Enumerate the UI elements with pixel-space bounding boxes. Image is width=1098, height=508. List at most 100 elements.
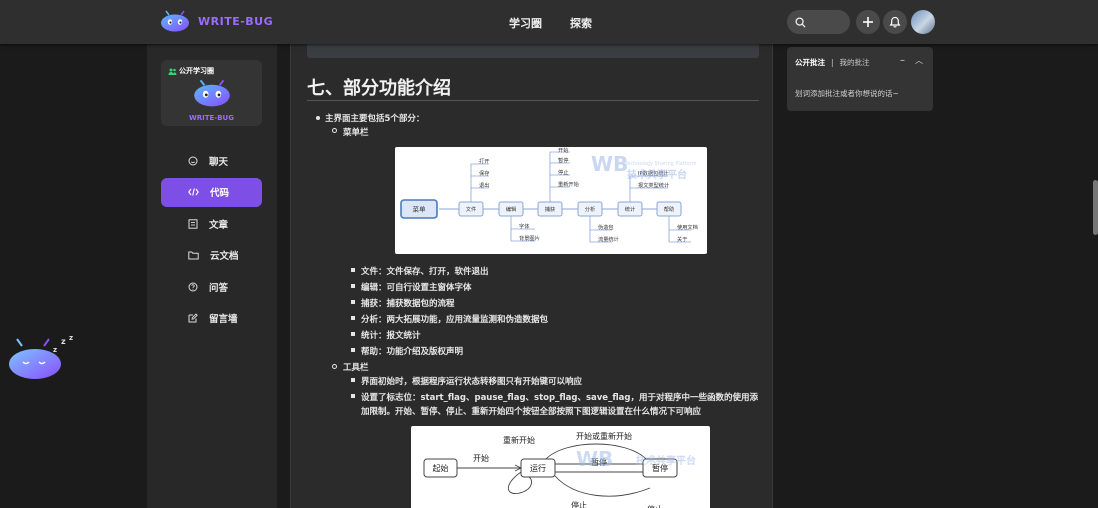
menubar-item-stats: 统计：报文统计: [361, 331, 421, 341]
node-stats: 统计: [625, 205, 635, 213]
sidebar-item-message-wall[interactable]: 留言墙: [161, 304, 262, 333]
node-forge-packet: 伪造包: [598, 223, 614, 231]
page-scrollbar[interactable]: [1093, 180, 1098, 235]
article-icon: [188, 218, 198, 229]
plus-icon: [863, 17, 873, 27]
node-stop: 停止: [558, 168, 568, 176]
sidebar-item-code[interactable]: 代码: [161, 177, 262, 207]
toolbar-item-flags: 设置了标志位：start_flag、pause_flag、stop_flag、s…: [361, 393, 758, 403]
node-user-doc: 使用文档: [677, 223, 698, 231]
bullet: [351, 332, 355, 336]
main-nav: 学习圈 探索: [509, 15, 592, 31]
node-analyze: 分析: [585, 205, 595, 213]
bullet: [351, 378, 355, 382]
user-avatar[interactable]: [911, 10, 935, 34]
bell-icon: [889, 16, 901, 28]
tab-my-annotations[interactable]: 我的批注: [840, 57, 870, 68]
article-content: 七、部分功能介绍 主界面主要包括5个部分： 菜单栏 菜单 文件 编辑 捕获 分析…: [290, 44, 773, 508]
intro-text: 主界面主要包括5个部分：: [325, 114, 425, 124]
svg-text:z: z: [69, 334, 73, 342]
sleeping-bug-icon: z z z: [9, 334, 73, 379]
node-traffic-stats: 流量统计: [598, 235, 619, 243]
node-capture: 捕获: [545, 205, 555, 213]
tab-separator: |: [831, 58, 834, 67]
node-start: 开始: [558, 147, 569, 154]
nav-study-circle[interactable]: 学习圈: [509, 15, 542, 31]
watermark: WB Technology Sharing Platform 技术共享平台: [591, 152, 697, 181]
watermark: WB 技术共享平台: [576, 447, 696, 471]
bug-mascot-icon: [194, 79, 230, 107]
circle-name: WRITE-BUG: [189, 114, 234, 122]
watermark-title: 技术共享平台: [627, 168, 687, 181]
menubar-diagram-image: 菜单 文件 编辑 捕获 分析 统计 帮助 打开 保存 退出 字体 背景图片 开始…: [395, 147, 707, 254]
bullet: [332, 128, 337, 133]
svg-text:z: z: [61, 337, 66, 346]
floating-mascot[interactable]: z z z: [6, 334, 78, 386]
bullet: [351, 284, 355, 288]
node-type-stats: 报文类型统计: [638, 181, 669, 189]
node-font: 字体: [519, 222, 530, 230]
code-icon: [188, 188, 199, 196]
toolbar-item-init: 界面初始时，根据程序运行状态转移图只有开始键可以响应: [361, 377, 583, 387]
sidebar-item-chat[interactable]: 聊天: [161, 146, 262, 175]
bullet: [316, 116, 320, 120]
label-start-or-restart: 开始或重新开始: [576, 431, 632, 441]
state-running: 运行: [530, 463, 546, 473]
menubar-item-help: 帮助：功能介绍及版权声明: [361, 347, 464, 357]
label-start: 开始: [473, 453, 489, 463]
add-button[interactable]: [856, 10, 880, 34]
annotation-placeholder: 划词添加批注或者你想说的话~: [795, 89, 899, 98]
top-navigation-bar: WRITE-BUG 学习圈 探索: [0, 0, 1098, 44]
sidebar-item-cloud-docs[interactable]: 云文档: [161, 241, 262, 270]
bullet: [351, 316, 355, 320]
site-logo[interactable]: WRITE-BUG: [160, 10, 273, 32]
menubar-item-edit: 编辑：可自行设置主窗体字体: [361, 283, 472, 293]
bug-mascot-icon: [161, 10, 189, 32]
bullet: [351, 268, 355, 272]
bullet: [332, 364, 337, 369]
heading-divider: [307, 100, 759, 101]
public-circle-badge: 公开学习圈: [168, 66, 214, 76]
node-pause: 暂停: [558, 156, 568, 164]
node-exit: 退出: [479, 181, 489, 189]
question-icon: [188, 282, 198, 291]
search-box[interactable]: [787, 10, 850, 34]
menubar-item-capture: 捕获：捕获数据包的流程: [361, 299, 455, 309]
section-heading: 七、部分功能介绍: [307, 78, 451, 99]
label-stop-1: 停止: [571, 500, 587, 508]
svg-text:WB: WB: [591, 152, 628, 176]
bullet: [351, 300, 355, 304]
folder-icon: [188, 251, 199, 260]
chevron-up-icon[interactable]: ︿: [915, 55, 923, 66]
logo-text: WRITE-BUG: [198, 14, 274, 28]
bullet: [351, 394, 355, 398]
search-icon: [795, 16, 806, 28]
watermark-title: 技术共享平台: [636, 454, 696, 467]
toolbar-item-flags-cont: 加限制。开始、暂停、停止、重新开始四个按钮全部按照下图逻辑设置在什么情况下可响应: [361, 407, 702, 417]
node-restart: 重新开始: [558, 180, 580, 188]
state-start: 起始: [433, 463, 449, 473]
svg-text:z: z: [53, 346, 57, 354]
node-about: 关于: [677, 235, 687, 243]
watermark-subtitle: Technology Sharing Platform: [624, 161, 697, 167]
sidebar-menu: 聊天 代码 文章 云文档 问答 留言墙: [161, 146, 262, 335]
svg-text:WB: WB: [576, 447, 613, 471]
code-block-tail: [307, 44, 759, 58]
sidebar-item-qa[interactable]: 问答: [161, 272, 262, 301]
tab-public-annotations[interactable]: 公开批注: [795, 57, 825, 68]
minimize-icon[interactable]: –: [900, 55, 905, 66]
sidebar-item-article[interactable]: 文章: [161, 209, 262, 238]
toolbar-title: 工具栏: [343, 363, 369, 373]
annotation-tabs: 公开批注 | 我的批注: [795, 57, 870, 68]
bullet: [351, 348, 355, 352]
menubar-item-analyze: 分析：两大拓展功能，应用流量监测和伪造数据包: [361, 315, 549, 325]
notification-button[interactable]: [883, 10, 907, 34]
node-file: 文件: [466, 205, 476, 213]
nav-explore[interactable]: 探索: [570, 15, 592, 31]
node-bg-image: 背景图片: [519, 234, 540, 242]
node-help: 帮助: [664, 205, 674, 213]
study-circle-card[interactable]: 公开学习圈 WRITE-BUG: [161, 60, 262, 126]
menubar-item-file: 文件：文件保存、打开，软件退出: [361, 267, 489, 277]
node-edit: 编辑: [506, 205, 516, 213]
left-sidebar: 公开学习圈 WRITE-BUG 聊天 代码 文章 云文档 问答 留言墙: [147, 44, 277, 508]
